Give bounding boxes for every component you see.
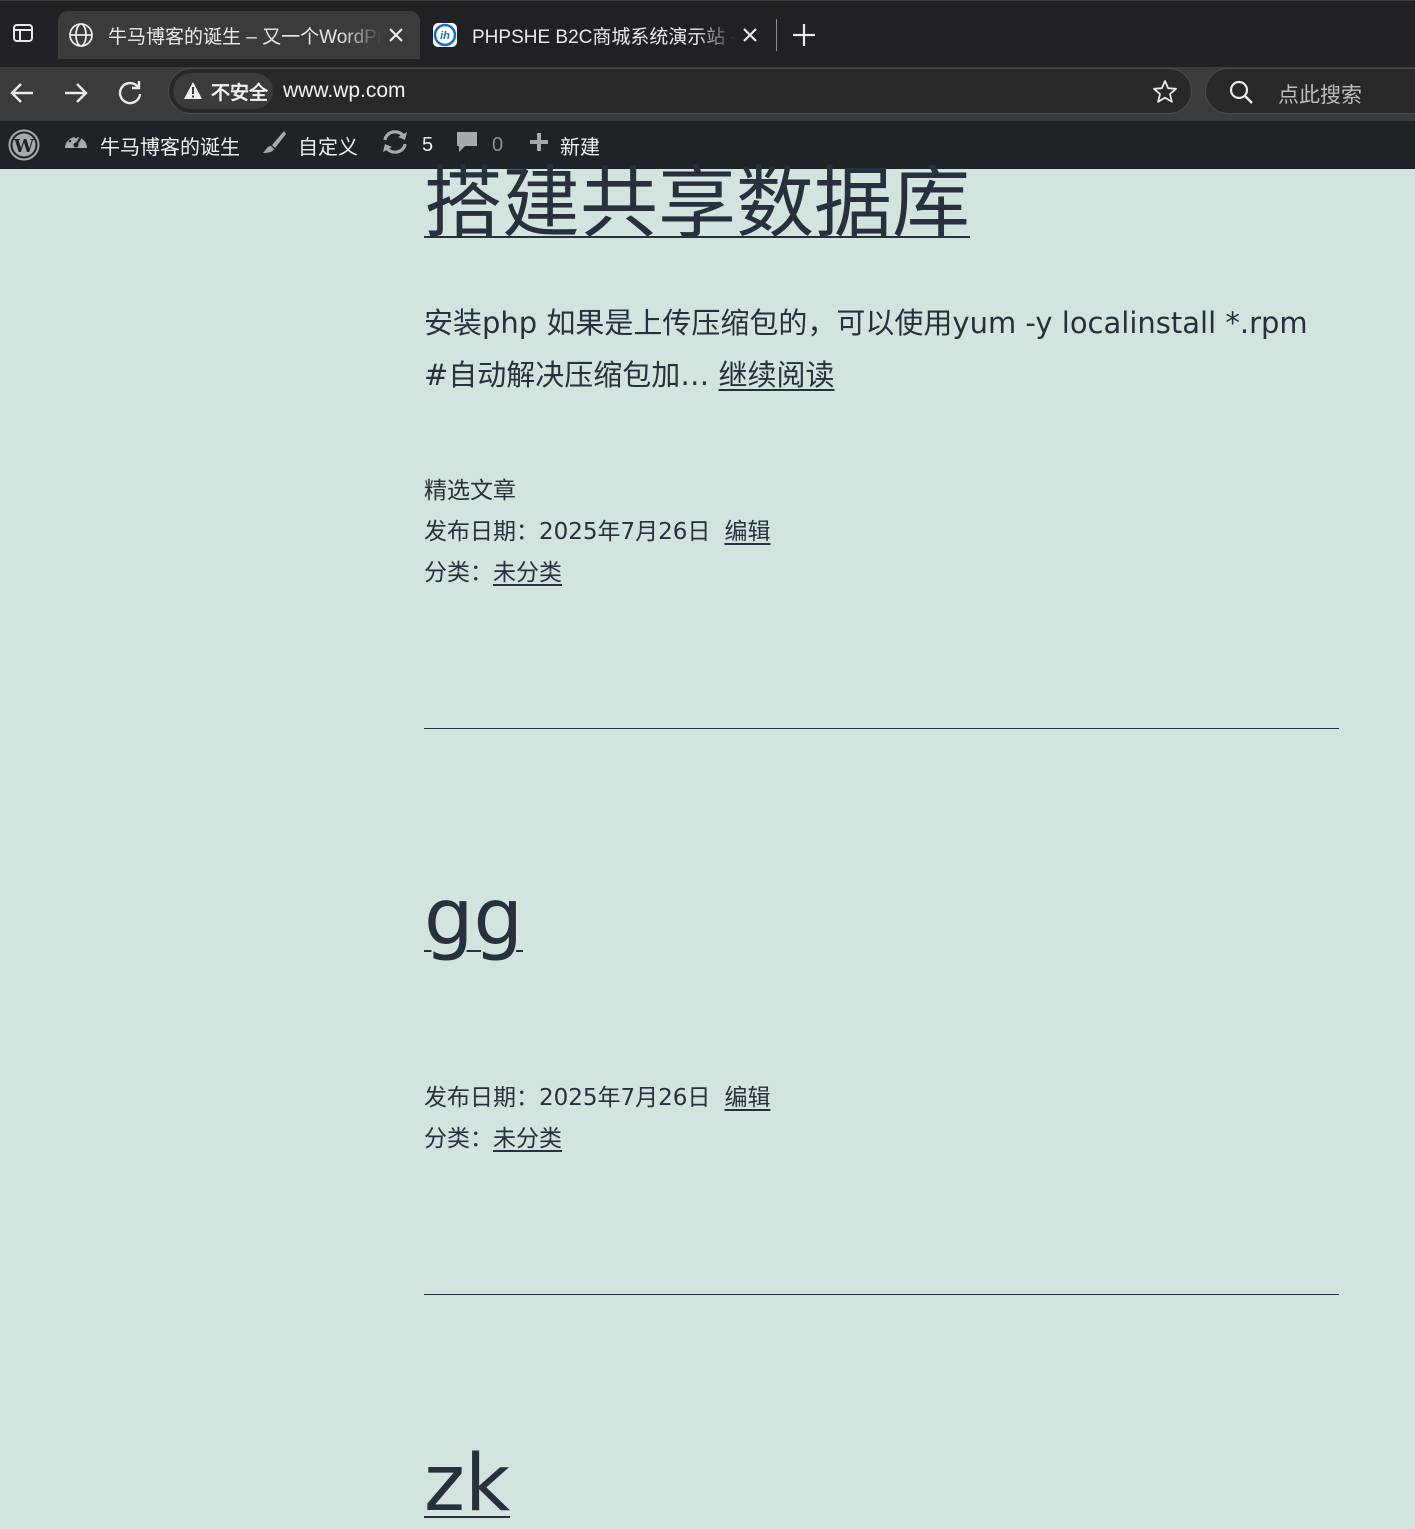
address-bar[interactable]: 不安全 www.wp.com: [168, 68, 1192, 114]
post-title-link[interactable]: zk: [424, 1445, 510, 1523]
close-tab-icon[interactable]: [382, 21, 410, 49]
tab-wordpress-site[interactable]: 牛马博客的诞生 – 又一个WordPress站点: [58, 11, 420, 59]
browser-toolbar: 不安全 www.wp.com 点此搜索: [0, 67, 1415, 121]
post-divider: [424, 728, 1339, 729]
category-row: 分类：未分类: [424, 1119, 770, 1160]
post-date-row: 发布日期：2025年7月26日 编辑: [424, 512, 770, 553]
search-placeholder: 点此搜索: [1278, 84, 1362, 107]
site-name-menu[interactable]: 牛马博客的诞生: [62, 121, 240, 169]
site-name-label: 牛马博客的诞生: [100, 136, 240, 159]
edit-post-link[interactable]: 编辑: [724, 1085, 770, 1111]
warning-icon: [183, 81, 203, 101]
svg-text:ih: ih: [440, 30, 450, 42]
tab-title: 牛马博客的诞生 – 又一个WordPress站点: [108, 26, 382, 48]
forward-arrow-icon[interactable]: [58, 75, 94, 111]
category-label: 分类：: [424, 560, 493, 586]
post-meta: 精选文章 发布日期：2025年7月26日 编辑 分类：未分类: [424, 471, 770, 594]
category-link[interactable]: 未分类: [493, 1126, 562, 1152]
post-divider: [424, 1294, 1339, 1295]
read-more-link[interactable]: 继续阅读: [719, 358, 835, 392]
edit-post-link[interactable]: 编辑: [724, 519, 770, 545]
dashboard-gauge-icon: [62, 128, 90, 162]
search-icon: [1228, 79, 1254, 109]
post-excerpt: 安装php 如果是上传压缩包的，可以使用yum -y localinstall …: [424, 297, 1340, 401]
new-label: 新建: [560, 136, 600, 159]
tab-separator: [776, 19, 777, 51]
tab-title: PHPSHE B2C商城系统演示站 - Powered by PHPSHE: [472, 26, 736, 48]
security-indicator[interactable]: 不安全: [173, 73, 273, 109]
post-meta: 发布日期：2025年7月26日 编辑 分类：未分类: [424, 1078, 770, 1160]
plus-icon: [528, 131, 550, 159]
back-arrow-icon[interactable]: [4, 75, 40, 111]
category-row: 分类：未分类: [424, 553, 770, 594]
comments-count: 0: [492, 133, 504, 156]
globe-icon: [68, 22, 94, 48]
close-tab-icon[interactable]: [736, 21, 764, 49]
post-title-link[interactable]: gg: [424, 879, 523, 957]
category-link[interactable]: 未分类: [493, 560, 562, 586]
search-box[interactable]: 点此搜索: [1205, 68, 1415, 114]
new-tab-icon[interactable]: [788, 19, 820, 51]
svg-text:W: W: [13, 136, 35, 157]
featured-label: 精选文章: [424, 478, 516, 504]
customize-link[interactable]: 自定义: [260, 121, 358, 169]
reload-icon[interactable]: [112, 75, 148, 111]
phpshe-favicon: ih: [432, 22, 458, 48]
category-label: 分类：: [424, 1126, 493, 1152]
tab-actions-icon[interactable]: [8, 18, 38, 48]
wordpress-logo-icon[interactable]: W: [8, 121, 40, 169]
paintbrush-icon: [260, 128, 288, 162]
tab-phpshe-site[interactable]: ih PHPSHE B2C商城系统演示站 - Powered by PHPSHE: [422, 11, 774, 59]
updates-refresh-icon: [380, 128, 410, 162]
browser-tab-bar: 牛马博客的诞生 – 又一个WordPress站点 ih PHPSHE B2C商城…: [0, 0, 1415, 68]
updates-count: 5: [422, 133, 434, 156]
customize-label: 自定义: [298, 136, 358, 159]
comment-bubble-icon: [454, 129, 480, 161]
post-title-link[interactable]: 搭建共享数据库: [424, 165, 970, 243]
post-date: 发布日期：2025年7月26日: [424, 1085, 711, 1111]
url-text[interactable]: www.wp.com: [283, 79, 406, 103]
bookmark-star-icon[interactable]: [1151, 78, 1179, 106]
excerpt-text: 安装php 如果是上传压缩包的，可以使用yum -y localinstall …: [424, 306, 1308, 392]
security-label: 不安全: [211, 82, 269, 104]
post-date-row: 发布日期：2025年7月26日 编辑: [424, 1078, 770, 1119]
post-date: 发布日期：2025年7月26日: [424, 519, 711, 545]
